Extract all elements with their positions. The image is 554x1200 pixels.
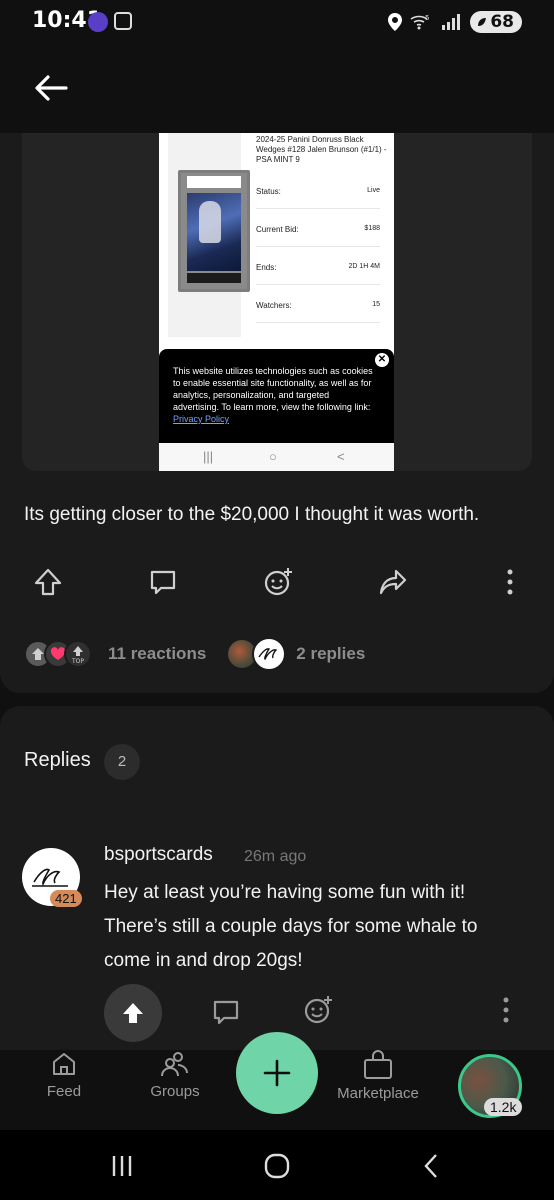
svg-text:5: 5 xyxy=(425,14,429,22)
post-card: 2024-25 Panini Donruss Black Wedges #128… xyxy=(0,133,554,693)
share-icon[interactable] xyxy=(377,566,409,598)
location-icon xyxy=(388,13,403,31)
reply-username[interactable]: bsportscards xyxy=(104,844,213,866)
reply-more-options-icon[interactable] xyxy=(490,994,522,1026)
create-post-button[interactable] xyxy=(236,1032,318,1114)
top-reaction-icon: TOP xyxy=(64,640,92,668)
plus-icon xyxy=(263,1059,291,1087)
listing-key: Current Bid: xyxy=(256,225,299,234)
back-icon[interactable] xyxy=(418,1152,446,1180)
reactions-count: 11 reactions xyxy=(108,644,207,663)
svg-text:TOP: TOP xyxy=(71,658,84,665)
signature-logo xyxy=(32,868,68,887)
listing-value: Live xyxy=(367,187,380,194)
cookie-close-icon: ✕ xyxy=(375,353,389,367)
reply-avatars: 2 replies xyxy=(226,637,365,671)
bottom-nav: Feed Groups Marketplace 1.2k xyxy=(0,1032,554,1130)
listing-value: 2D 1H 4M xyxy=(348,263,380,270)
app-notification-icon xyxy=(88,12,108,32)
psa-label xyxy=(187,176,241,188)
upvote-icon xyxy=(123,1003,143,1023)
reply-timestamp: 26m ago xyxy=(244,848,307,865)
cookie-text: This website utilizes technologies such … xyxy=(173,365,373,425)
card-player-figure xyxy=(199,201,221,243)
cookie-banner: ✕ This website utilizes technologies suc… xyxy=(159,349,394,443)
back-icon: < xyxy=(337,449,345,464)
post-text: Its getting closer to the $20,000 I thou… xyxy=(24,504,480,525)
card-nameplate xyxy=(187,273,241,283)
comment-icon[interactable] xyxy=(147,566,179,598)
recents-icon[interactable] xyxy=(108,1152,136,1180)
user-score-badge: 421 xyxy=(50,890,82,907)
avatar xyxy=(252,637,287,671)
reactions-summary[interactable]: TOP 11 reactions 2 replies xyxy=(24,636,365,672)
replies-title: Replies xyxy=(24,749,91,771)
shopping-bag-icon xyxy=(364,1050,392,1079)
more-options-icon[interactable] xyxy=(494,566,526,598)
status-indicators: 5 68 xyxy=(388,10,522,34)
listing-row-current-bid: Current Bid: $188 xyxy=(256,209,380,247)
replies-count-badge: 2 xyxy=(104,744,140,780)
graded-card-image xyxy=(178,170,250,292)
nav-marketplace[interactable]: Marketplace xyxy=(332,1050,424,1120)
profile-score-badge: 1.2k xyxy=(484,1098,523,1116)
listing-key: Watchers: xyxy=(256,301,292,310)
status-bar: 10:41 5 68 xyxy=(0,0,554,46)
listing-value: $188 xyxy=(364,225,380,232)
listing-key: Status: xyxy=(256,187,281,196)
add-reaction-icon[interactable] xyxy=(262,566,294,598)
nav-feed[interactable]: Feed xyxy=(38,1050,90,1120)
listing-title: 2024-25 Panini Donruss Black Wedges #128… xyxy=(256,135,387,164)
listing-image-column xyxy=(168,133,250,337)
screenshot-nav-bar: ||| ○ < xyxy=(159,443,394,471)
cookie-message: This website utilizes technologies such … xyxy=(173,366,373,412)
post-image[interactable]: 2024-25 Panini Donruss Black Wedges #128… xyxy=(22,133,532,471)
listing-value: 15 xyxy=(372,301,380,308)
system-nav-bar xyxy=(0,1130,554,1200)
listing-row-watchers: Watchers: 15 xyxy=(256,285,380,323)
reply-comment-icon[interactable] xyxy=(210,996,242,1028)
back-arrow-icon[interactable] xyxy=(30,70,70,106)
battery-indicator: 68 xyxy=(470,11,522,33)
reply-upvote-button[interactable] xyxy=(104,984,162,1042)
nav-marketplace-label: Marketplace xyxy=(337,1085,419,1102)
battery-saver-icon xyxy=(478,18,487,26)
nav-groups-label: Groups xyxy=(150,1083,200,1100)
groups-icon xyxy=(161,1052,188,1077)
listing-row-status: Status: Live xyxy=(256,171,380,209)
listing-row-ends: Ends: 2D 1H 4M xyxy=(256,247,380,285)
listing-screenshot: 2024-25 Panini Donruss Black Wedges #128… xyxy=(159,133,394,471)
screenshot-icon xyxy=(114,12,132,30)
wifi-icon: 5 xyxy=(410,14,430,30)
nav-groups[interactable]: Groups xyxy=(142,1050,208,1120)
recents-icon: ||| xyxy=(203,449,214,464)
home-icon xyxy=(53,1053,75,1075)
privacy-policy-link: Privacy Policy xyxy=(173,414,230,424)
home-icon[interactable] xyxy=(262,1152,292,1180)
replies-count: 2 replies xyxy=(296,644,366,663)
reply-text: Hey at least you’re having some fun with… xyxy=(104,882,478,971)
battery-level: 68 xyxy=(490,12,514,32)
reply-add-reaction-icon[interactable] xyxy=(302,994,334,1026)
home-icon: ○ xyxy=(269,449,277,464)
nav-feed-label: Feed xyxy=(46,1083,82,1100)
signal-icon xyxy=(442,14,461,30)
listing-key: Ends: xyxy=(256,263,277,272)
upvote-icon[interactable] xyxy=(32,566,64,598)
post-actions xyxy=(0,566,554,598)
